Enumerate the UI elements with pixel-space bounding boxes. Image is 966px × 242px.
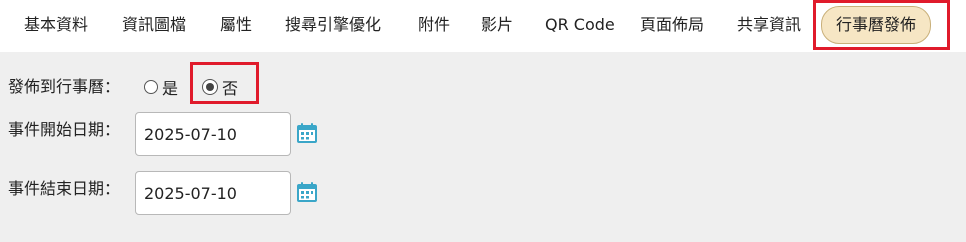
radio-yes[interactable]: 是 <box>144 75 178 99</box>
end-date-input[interactable] <box>135 171 291 215</box>
start-date-input[interactable] <box>135 112 291 156</box>
radio-yes-button[interactable] <box>144 80 158 94</box>
radio-no-button[interactable] <box>202 79 218 95</box>
end-date-label: 事件結束日期： <box>8 179 121 198</box>
tab-seo[interactable]: 搜尋引擎優化 <box>285 0 381 52</box>
tab-attributes[interactable]: 屬性 <box>220 0 252 52</box>
radio-no-label: 否 <box>222 79 239 98</box>
tab-attachments[interactable]: 附件 <box>418 0 450 52</box>
tab-videos[interactable]: 影片 <box>481 0 513 52</box>
radio-yes-label: 是 <box>162 79 179 98</box>
calendar-icon[interactable] <box>296 181 318 203</box>
tab-calendar-publish[interactable]: 行事曆發佈 <box>821 6 932 44</box>
tab-shared-info[interactable]: 共享資訊 <box>737 0 801 52</box>
tab-basic-info[interactable]: 基本資料 <box>24 0 88 52</box>
calendar-icon[interactable] <box>296 122 318 144</box>
publish-label: 發佈到行事曆： <box>8 77 121 96</box>
tab-qr-code[interactable]: QR Code <box>545 0 615 52</box>
tab-bar: 基本資料 資訊圖檔 屬性 搜尋引擎優化 附件 影片 QR Code 頁面佈局 共… <box>0 0 966 52</box>
tab-info-images[interactable]: 資訊圖檔 <box>122 0 186 52</box>
radio-no[interactable]: 否 <box>202 75 238 99</box>
start-date-label: 事件開始日期： <box>8 120 121 139</box>
tab-page-layout[interactable]: 頁面佈局 <box>640 0 704 52</box>
